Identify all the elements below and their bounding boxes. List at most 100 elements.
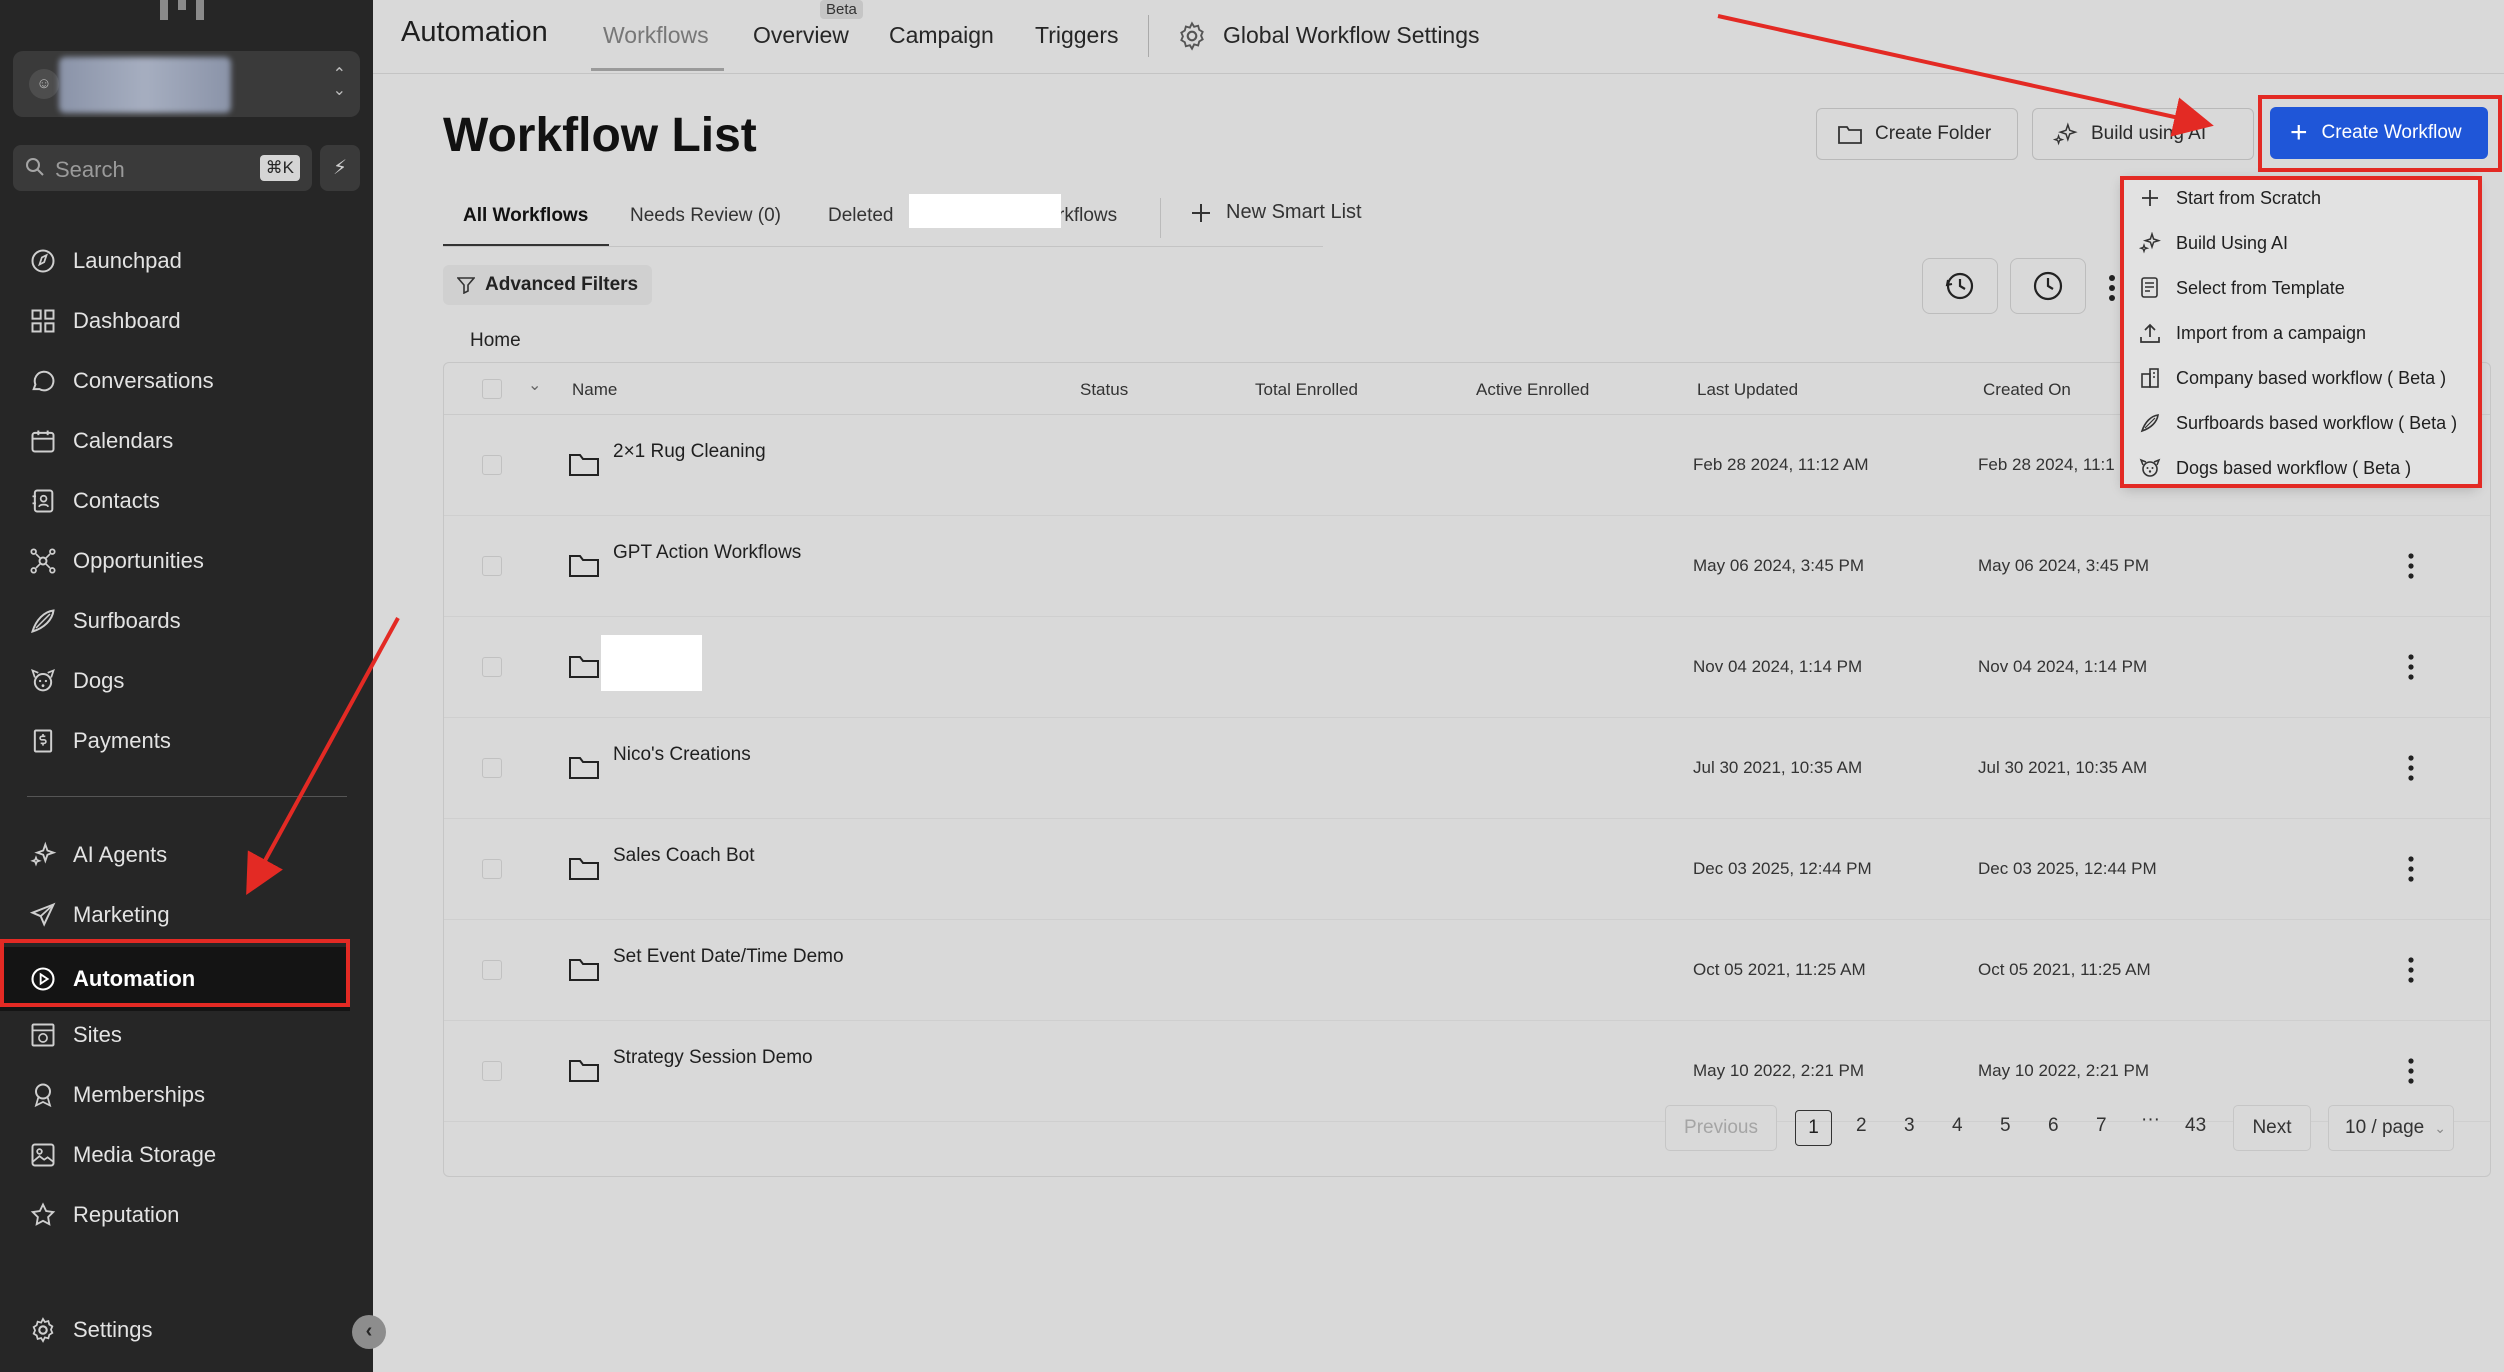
quick-actions-button[interactable]: ⚡ [320,145,360,191]
clock-button[interactable] [2010,258,2086,314]
tab-underline [591,68,724,71]
page-size-select[interactable]: 10 / page ⌄ [2328,1105,2454,1151]
more-options-icon[interactable] [2105,272,2119,304]
sidebar-item-contacts[interactable]: Contacts [0,473,373,529]
build-using-ai-button[interactable]: Build using AI [2032,108,2254,160]
sidebar-item-payments[interactable]: Payments [0,713,373,769]
more-options-icon[interactable] [2406,551,2416,581]
row-checkbox[interactable] [482,758,502,778]
page-6[interactable]: 6 [2048,1115,2059,1137]
sidebar-item-sites[interactable]: Sites [0,1007,373,1063]
sidebar-item-reputation[interactable]: Reputation [0,1187,373,1243]
row-checkbox[interactable] [482,556,502,576]
history-button[interactable] [1922,258,1998,314]
tab-campaign[interactable]: Campaign [889,22,994,49]
subtab-deleted-suffix: rkflows [1058,205,1118,226]
chevron-down-icon[interactable]: ⌄ [528,375,541,395]
workflow-name[interactable]: Strategy Session Demo [613,1047,813,1069]
sidebar-item-dashboard[interactable]: Dashboard [0,293,373,349]
breadcrumb[interactable]: Home [470,330,521,352]
row-checkbox[interactable] [482,1061,502,1081]
select-all-checkbox[interactable] [482,379,502,399]
table-row[interactable]: Nov 04 2024, 1:14 PM Nov 04 2024, 1:14 PM [444,617,2490,718]
folder-icon [568,550,600,578]
row-checkbox[interactable] [482,960,502,980]
page-7[interactable]: 7 [2096,1115,2107,1137]
row-checkbox[interactable] [482,657,502,677]
row-checkbox[interactable] [482,859,502,879]
page-current[interactable]: 1 [1795,1110,1832,1146]
more-options-icon[interactable] [2406,955,2416,985]
sidebar-item-surfboards[interactable]: Surfboards [0,593,373,649]
workflow-name[interactable]: Set Event Date/Time Demo [613,946,844,968]
more-options-icon[interactable] [2406,854,2416,884]
search-icon [26,158,44,176]
subtab-all-workflows[interactable]: All Workflows [463,205,588,227]
sidebar-item-dogs[interactable]: Dogs [0,653,373,709]
sidebar-item-label: Marketing [73,902,170,927]
column-header-last-updated[interactable]: Last Updated [1697,380,1798,400]
create-folder-button[interactable]: Create Folder [1816,108,2018,160]
last-updated-cell: Feb 28 2024, 11:12 AM [1693,455,1869,474]
account-switcher[interactable]: ☺ ⌃ ⌄ [13,51,360,117]
table-row[interactable]: Nico's Creations Jul 30 2021, 10:35 AM Jul… [444,718,2490,819]
subtab-needs-review[interactable]: Needs Review (0) [630,205,781,227]
next-page-button[interactable]: Next [2233,1105,2311,1151]
workflow-name[interactable]: Sales Coach Bot [613,845,755,867]
subtab-deleted[interactable]: Deleted [828,205,894,227]
sidebar-item-settings[interactable]: Settings [0,1302,373,1358]
workflow-name[interactable]: GPT Action Workflows [613,542,801,564]
column-header-name[interactable]: Name [572,380,617,400]
last-updated-cell: Dec 03 2025, 12:44 PM [1693,859,1872,878]
last-updated-cell: Nov 04 2024, 1:14 PM [1693,657,1863,676]
created-on-cell: Feb 28 2024, 11:1 [1978,455,2115,474]
topbar: Automation Workflows Overview Beta Campa… [373,0,2504,74]
more-options-icon[interactable] [2406,652,2416,682]
sidebar-item-calendars[interactable]: Calendars [0,413,373,469]
advanced-filters-button[interactable]: Advanced Filters [443,265,653,305]
location-icon: ☺ [29,69,59,99]
tab-overview[interactable]: Overview [753,22,849,49]
sidebar-item-opportunities[interactable]: Opportunities [0,533,373,589]
sidebar-item-label: Surfboards [73,608,181,633]
column-header-status[interactable]: Status [1080,380,1128,400]
table-row[interactable]: Sales Coach Bot Dec 03 2025, 12:44 PM Dec … [444,819,2490,920]
app-title: Automation [401,16,548,48]
page-3[interactable]: 3 [1904,1115,1915,1137]
annotation-highlight-menu [2120,176,2482,488]
folder-icon [568,449,600,477]
global-workflow-settings-link[interactable]: Global Workflow Settings [1223,22,1480,49]
workflow-name[interactable]: 2×1 Rug Cleaning [613,441,766,463]
sidebar-item-conversations[interactable]: Conversations [0,353,373,409]
column-header-created-on[interactable]: Created On [1983,380,2071,400]
clock-icon [2033,271,2063,301]
calendar-icon [28,426,58,456]
table-row[interactable]: Set Event Date/Time Demo Oct 05 2021, 11:… [444,920,2490,1021]
tab-workflows[interactable]: Workflows [603,22,709,49]
new-smart-list-label: New Smart List [1226,201,1362,223]
sidebar-search[interactable]: Search ⌘K [13,145,312,191]
sidebar-item-marketing[interactable]: Marketing [0,887,373,943]
sparkle-icon [28,840,58,870]
previous-page-button[interactable]: Previous [1665,1105,1777,1151]
table-row[interactable]: GPT Action Workflows May 06 2024, 3:45 PM… [444,516,2490,617]
page-5[interactable]: 5 [2000,1115,2011,1137]
workflow-name[interactable]: Nico's Creations [613,744,751,766]
column-header-total-enrolled[interactable]: Total Enrolled [1255,380,1358,400]
page-4[interactable]: 4 [1952,1115,1963,1137]
new-smart-list-button[interactable]: New Smart List [1190,201,1362,224]
sidebar-item-label: Contacts [73,488,160,513]
tab-triggers[interactable]: Triggers [1035,22,1119,49]
sidebar-item-launchpad[interactable]: Launchpad [0,233,373,289]
sidebar-item-ai-agents[interactable]: AI Agents [0,827,373,883]
collapse-sidebar-button[interactable]: ‹ [352,1315,386,1349]
page-43[interactable]: 43 [2185,1115,2206,1137]
row-checkbox[interactable] [482,455,502,475]
more-options-icon[interactable] [2406,753,2416,783]
sidebar-item-label: Opportunities [73,548,204,573]
column-header-active-enrolled[interactable]: Active Enrolled [1476,380,1589,400]
more-options-icon[interactable] [2406,1056,2416,1086]
page-2[interactable]: 2 [1856,1115,1867,1137]
page-ellipsis[interactable]: ··· [2141,1109,2160,1131]
surfboard-icon [28,606,58,636]
